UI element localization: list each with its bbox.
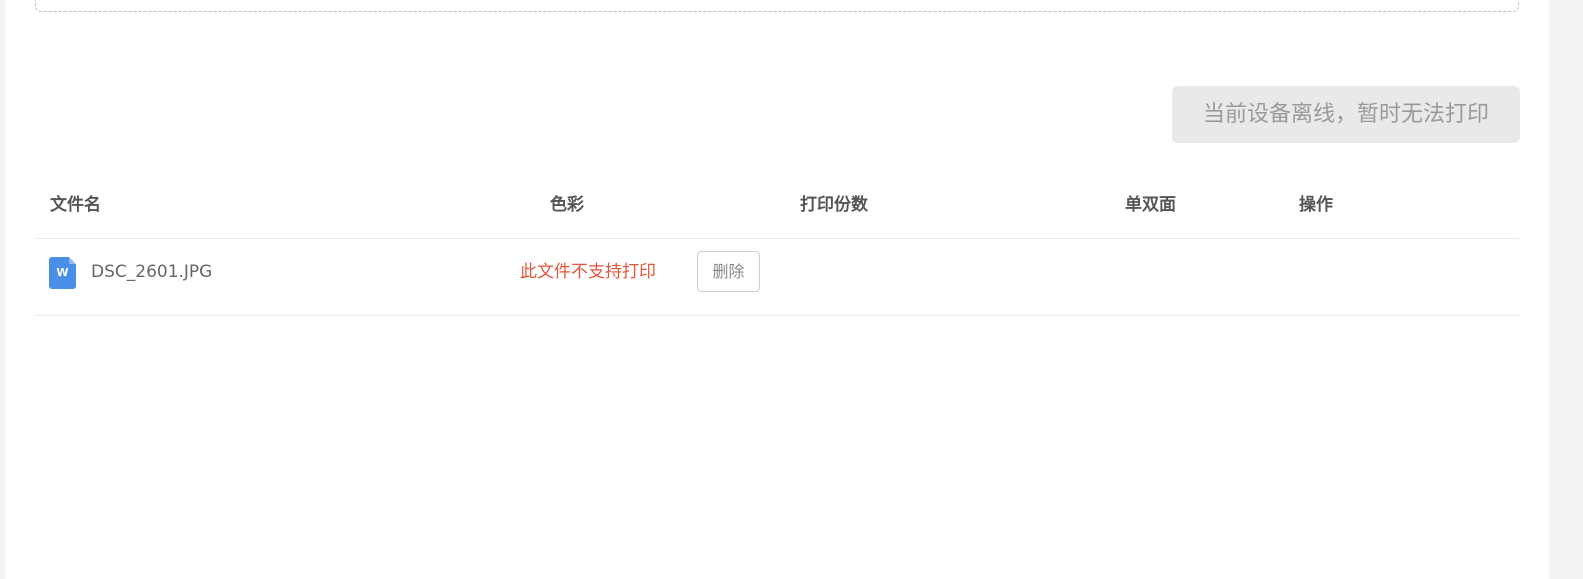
column-header-color: 色彩 — [550, 195, 584, 215]
row-divider — [35, 315, 1519, 316]
print-button-disabled[interactable]: 当前设备离线，暂时无法打印 — [1172, 86, 1520, 143]
column-header-duplex: 单双面 — [1125, 195, 1176, 215]
upload-dropzone[interactable] — [35, 0, 1519, 12]
column-header-actions: 操作 — [1299, 195, 1333, 215]
delete-button[interactable]: 删除 — [697, 251, 760, 292]
file-name: DSC_2601.JPG — [91, 262, 213, 282]
header-divider — [35, 238, 1519, 239]
word-document-icon: W — [49, 257, 76, 289]
print-panel: 当前设备离线，暂时无法打印 文件名 色彩 打印份数 单双面 操作 W DSC_2… — [5, 0, 1549, 579]
column-header-copies: 打印份数 — [800, 195, 868, 215]
column-header-filename: 文件名 — [50, 195, 101, 215]
unsupported-status: 此文件不支持打印 — [520, 262, 656, 282]
